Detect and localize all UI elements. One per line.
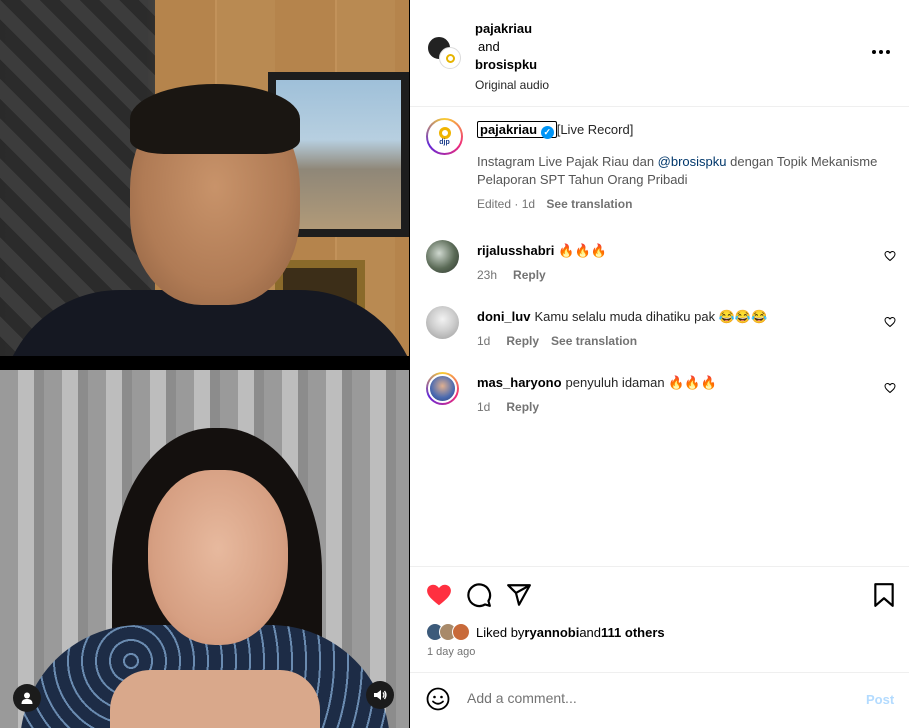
more-options-button[interactable] xyxy=(872,44,894,60)
comment-like-heart-icon[interactable] xyxy=(884,250,896,262)
post-header: pajakriau and brosispku Original audio xyxy=(410,0,909,107)
person-icon xyxy=(21,692,33,704)
caption-username[interactable]: pajakriau ✓ xyxy=(477,121,557,139)
post-comment-button[interactable]: Post xyxy=(866,692,894,707)
video-feed-guest xyxy=(0,370,409,728)
collab-avatars[interactable] xyxy=(426,35,461,69)
save-bookmark-icon[interactable] xyxy=(871,582,897,608)
caption-avatar[interactable]: djp xyxy=(426,118,463,155)
comment-avatar[interactable] xyxy=(426,306,459,339)
header-and: and xyxy=(478,39,500,54)
host-person xyxy=(0,84,409,356)
comment-bubble-icon[interactable] xyxy=(466,582,492,608)
comment-item: mas_haryono penyuluh idaman 🔥🔥🔥 1d Reply xyxy=(410,372,909,432)
see-translation-link[interactable]: See translation xyxy=(551,334,637,348)
avatar-pajakriau[interactable] xyxy=(439,47,461,69)
comment-time: 1d xyxy=(477,400,491,414)
speaker-icon xyxy=(374,690,387,700)
emoji-icon[interactable] xyxy=(426,687,450,711)
post-timestamp: 1 day ago xyxy=(427,646,476,658)
liker-avatars xyxy=(426,623,470,641)
reply-button[interactable]: Reply xyxy=(513,268,546,282)
avatar-label: djp xyxy=(439,138,450,146)
mention-link[interactable]: @brosispku xyxy=(658,154,727,169)
comment-avatar[interactable] xyxy=(426,240,459,273)
post-actions: Liked by ryannobi and 111 others 1 day a… xyxy=(410,566,909,673)
caption-time: Edited · 1d xyxy=(477,197,536,211)
verified-badge-icon: ✓ xyxy=(540,126,554,139)
comment-time: 23h xyxy=(477,268,498,282)
post-details-panel: pajakriau and brosispku Original audio d… xyxy=(410,0,909,728)
original-audio-link[interactable]: Original audio xyxy=(475,76,549,94)
header-username-1[interactable]: pajakriau xyxy=(475,20,549,38)
header-username-2[interactable]: brosispku xyxy=(475,56,549,74)
caption-meta: Edited · 1d See translation xyxy=(477,197,897,211)
comment-text: Kamu selalu muda dihatiku pak 😂😂😂 xyxy=(534,309,768,324)
like-heart-icon[interactable] xyxy=(426,582,452,608)
share-send-icon[interactable] xyxy=(506,582,532,608)
header-text: pajakriau and brosispku Original audio xyxy=(475,20,549,94)
comment-like-heart-icon[interactable] xyxy=(884,382,896,394)
djp-logo-icon xyxy=(438,126,451,139)
comment-time: 1d xyxy=(477,334,491,348)
more-dots-icon xyxy=(872,50,876,54)
comment-item: rijalusshabri 🔥🔥🔥 23h Reply xyxy=(410,240,909,300)
add-comment-bar: Post xyxy=(410,673,909,728)
likes-summary[interactable]: Liked by ryannobi and 111 others xyxy=(426,623,665,641)
comment-item: doni_luv Kamu selalu muda dihatiku pak 😂😂… xyxy=(410,306,909,366)
comment-text: 🔥🔥🔥 xyxy=(558,243,607,258)
comment-username[interactable]: doni_luv xyxy=(477,309,530,324)
reply-button[interactable]: Reply xyxy=(506,400,539,414)
comment-avatar[interactable] xyxy=(426,372,459,405)
liker-username[interactable]: ryannobi xyxy=(524,625,579,640)
comment-text: penyuluh idaman 🔥🔥🔥 xyxy=(565,375,717,390)
caption-tag: [Live Record] xyxy=(556,122,634,137)
see-translation-link[interactable]: See translation xyxy=(546,197,632,211)
live-video-media[interactable] xyxy=(0,0,410,728)
likes-others-link[interactable]: 111 others xyxy=(601,625,665,640)
comment-username[interactable]: rijalusshabri xyxy=(477,243,554,258)
audio-toggle-button[interactable] xyxy=(366,681,394,709)
tagged-users-button[interactable] xyxy=(13,684,41,712)
caption-text: Instagram Live Pajak Riau dan @brosispku… xyxy=(477,154,878,187)
video-feed-host xyxy=(0,0,409,356)
comment-username[interactable]: mas_haryono xyxy=(477,375,562,390)
comment-input[interactable] xyxy=(467,690,847,706)
comment-like-heart-icon[interactable] xyxy=(884,316,896,328)
reply-button[interactable]: Reply xyxy=(506,334,539,348)
